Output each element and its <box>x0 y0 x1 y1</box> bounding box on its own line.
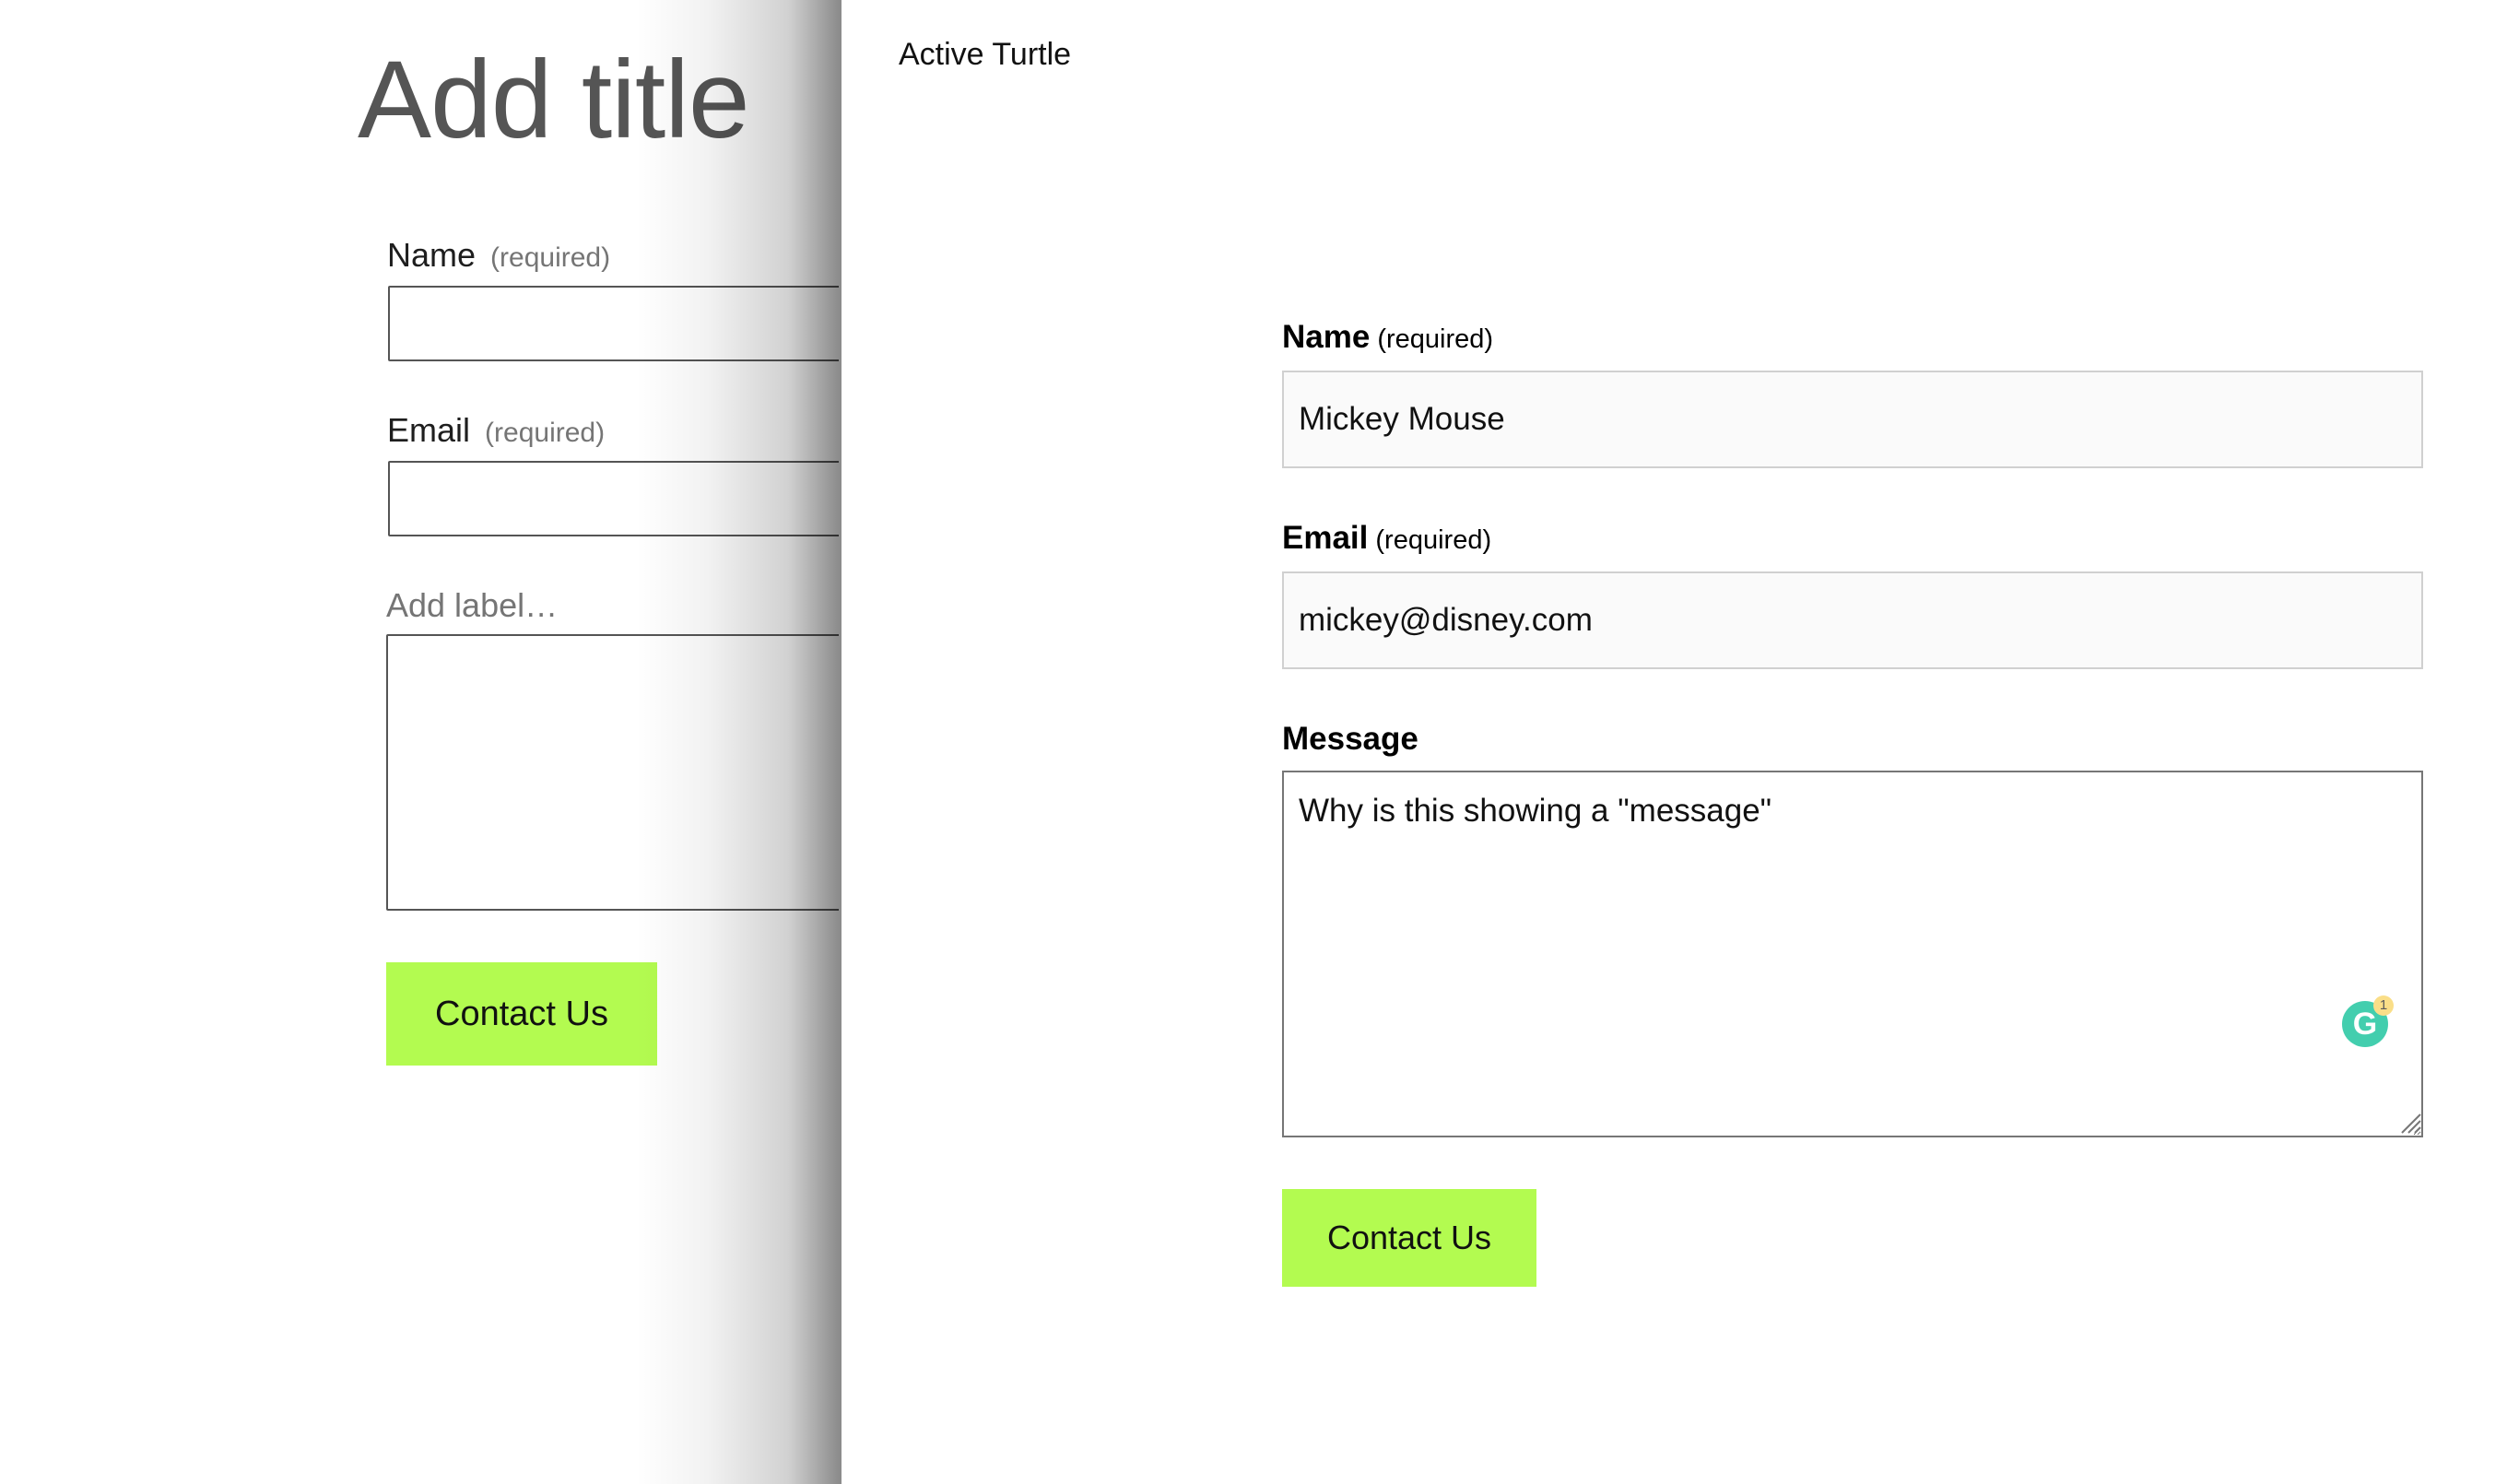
editor-email-label[interactable]: Email (required) <box>387 411 605 450</box>
preview-message-textarea[interactable]: Why is this showing a "message" <box>1282 771 2423 1137</box>
site-title[interactable]: Active Turtle <box>899 37 1071 73</box>
preview-contact-us-button[interactable]: Contact Us <box>1282 1189 1536 1287</box>
grammarly-badge: 1 <box>2373 995 2394 1016</box>
preview-email-label-text: Email <box>1282 520 1369 556</box>
editor-textarea-label-placeholder[interactable]: Add label… <box>386 586 558 625</box>
editor-name-label-text: Name <box>387 236 477 274</box>
editor-name-label[interactable]: Name (required) <box>387 236 610 275</box>
preview-email-input[interactable] <box>1282 571 2423 669</box>
preview-pane: Active Turtle Name(required) Email(requi… <box>839 0 2507 1484</box>
preview-email-required: (required) <box>1375 525 1492 555</box>
preview-email-label: Email (required) <box>1282 520 1491 557</box>
resize-handle-icon[interactable] <box>2397 1110 2421 1134</box>
editor-email-label-text: Email <box>387 411 471 449</box>
post-title-placeholder[interactable]: Add title <box>358 35 750 164</box>
editor-message-textarea[interactable] <box>386 634 839 911</box>
editor-pane: Add title Name (required) Email (required)… <box>0 0 839 1484</box>
editor-name-input[interactable] <box>388 286 839 361</box>
editor-contact-us-button[interactable]: Contact Us <box>386 962 657 1066</box>
preview-name-label: Name (required) <box>1282 319 1493 356</box>
preview-name-required: (required) <box>1377 324 1494 354</box>
preview-message-label: Message <box>1282 721 1418 758</box>
preview-message-label-text: Message <box>1282 721 1418 757</box>
editor-email-required: (required) <box>485 418 606 448</box>
preview-name-input[interactable] <box>1282 371 2423 468</box>
editor-name-required: (required) <box>490 242 611 273</box>
grammarly-icon[interactable]: G 1 <box>2342 995 2394 1047</box>
preview-name-label-text: Name <box>1282 319 1371 355</box>
editor-email-input[interactable] <box>388 461 839 536</box>
